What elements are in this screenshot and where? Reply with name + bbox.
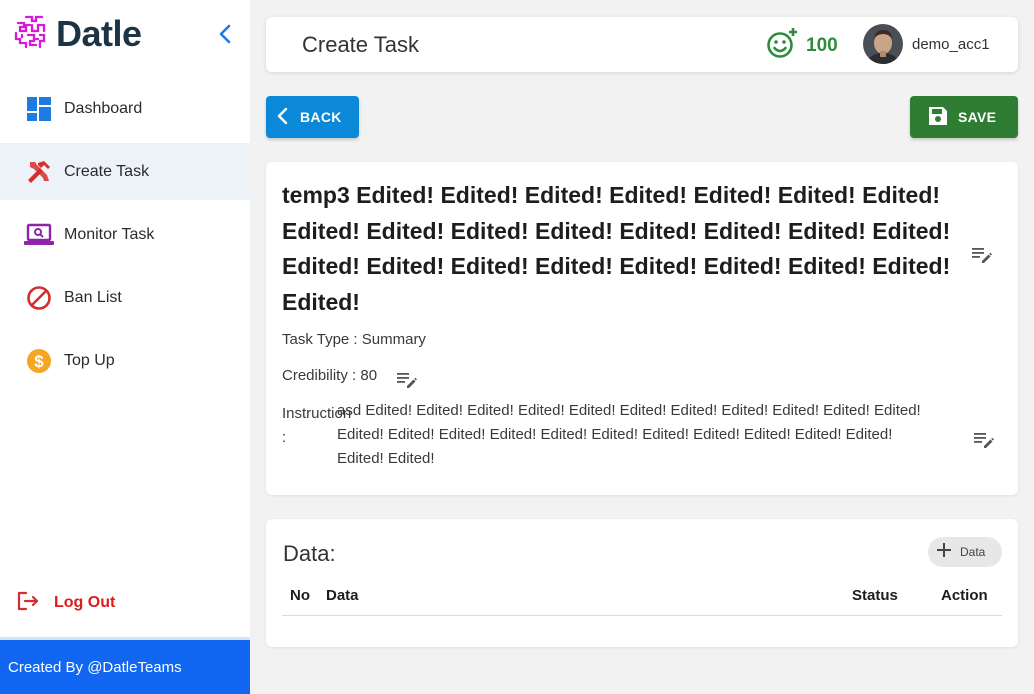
- data-card: Data: Data No Data Status Action: [266, 519, 1018, 647]
- svg-text:$: $: [34, 352, 44, 371]
- logo[interactable]: Datle: [12, 13, 142, 56]
- ban-icon: [24, 283, 54, 313]
- sidebar-item-ban-list[interactable]: Ban List: [0, 269, 250, 326]
- sidebar-item-label: Top Up: [64, 351, 115, 369]
- sidebar: Datle Dashboard Create Task Monitor Task: [0, 0, 250, 694]
- back-button[interactable]: BACK: [266, 96, 359, 138]
- sidebar-item-label: Create Task: [64, 162, 150, 180]
- footer-credit: Created By @DatleTeams: [8, 658, 182, 676]
- edit-note-icon: [397, 373, 417, 388]
- sidebar-item-label: Ban List: [64, 288, 122, 306]
- sidebar-item-create-task[interactable]: Create Task: [0, 143, 250, 200]
- column-data: Data: [326, 587, 359, 604]
- plus-icon: [936, 542, 952, 563]
- page-title: Create Task: [302, 32, 419, 57]
- column-status: Status: [852, 587, 898, 604]
- column-action: Action: [941, 587, 988, 604]
- sidebar-item-dashboard[interactable]: Dashboard: [0, 80, 250, 137]
- edit-instruction-button[interactable]: [971, 427, 997, 453]
- sidebar-item-label: Monitor Task: [64, 225, 155, 243]
- smiley-plus-icon: [766, 27, 798, 64]
- edit-title-button[interactable]: [969, 242, 995, 268]
- sidebar-item-monitor-task[interactable]: Monitor Task: [0, 206, 250, 263]
- sidebar-footer: Created By @DatleTeams: [0, 637, 250, 694]
- sidebar-item-label: Dashboard: [64, 99, 143, 117]
- save-button[interactable]: SAVE: [910, 96, 1018, 138]
- brain-logo-icon: [12, 13, 50, 56]
- column-no: No: [290, 587, 310, 604]
- logout-label: Log Out: [54, 594, 116, 611]
- logout-button[interactable]: Log Out: [16, 588, 115, 618]
- sidebar-nav: Dashboard Create Task Monitor Task Ban L…: [0, 80, 250, 395]
- top-header: Create Task 100 demo_acc1: [266, 17, 1018, 72]
- user-menu[interactable]: demo_acc1: [863, 24, 990, 64]
- chevron-left-icon: [276, 107, 290, 128]
- floppy-disk-icon: [928, 106, 948, 129]
- data-section-title: Data:: [283, 541, 336, 566]
- logout-icon: [16, 590, 40, 617]
- chevron-left-icon: [219, 24, 231, 44]
- add-data-label: Data: [960, 545, 986, 559]
- laptop-icon: [24, 220, 54, 250]
- back-label: BACK: [300, 109, 342, 125]
- edit-note-icon: [974, 433, 994, 448]
- dashboard-icon: [24, 94, 54, 124]
- tools-icon: [24, 157, 54, 187]
- points-display: 100: [766, 27, 838, 64]
- collapse-sidebar-button[interactable]: [214, 20, 236, 48]
- dollar-coin-icon: $: [24, 346, 54, 376]
- task-type: Task Type : Summary: [282, 331, 426, 348]
- data-table-header: No Data Status Action: [282, 587, 1002, 616]
- task-title: temp3 Edited! Edited! Edited! Edited! Ed…: [282, 182, 951, 315]
- add-data-button[interactable]: Data: [928, 537, 1002, 567]
- username: demo_acc1: [912, 35, 990, 53]
- avatar: [863, 24, 903, 64]
- points-value: 100: [806, 34, 838, 56]
- edit-credibility-button[interactable]: [394, 367, 420, 393]
- save-label: SAVE: [958, 109, 997, 125]
- credibility: Credibility : 80: [282, 367, 378, 384]
- edit-note-icon: [972, 248, 992, 263]
- task-detail-card: temp3 Edited! Edited! Edited! Edited! Ed…: [266, 162, 1018, 495]
- instruction-text: asd Edited! Edited! Edited! Edited! Edit…: [337, 402, 921, 467]
- app-name: Datle: [56, 13, 142, 54]
- sidebar-item-top-up[interactable]: $ Top Up: [0, 332, 250, 389]
